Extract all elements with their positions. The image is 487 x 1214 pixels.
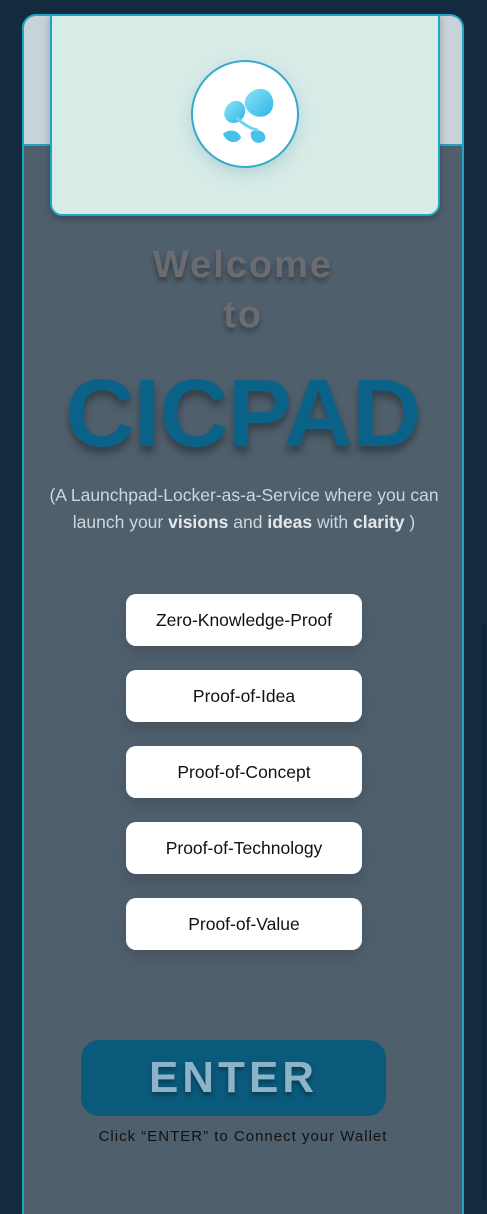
feature-proof-of-idea-button[interactable]: Proof-of-Idea — [126, 670, 362, 722]
feature-proof-of-value-button[interactable]: Proof-of-Value — [126, 898, 362, 950]
logo-graphic — [223, 88, 274, 143]
tagline-text-close: ) — [404, 512, 416, 532]
tagline-text-and: and — [228, 512, 268, 532]
feature-zero-knowledge-proof-button[interactable]: Zero-Knowledge-Proof — [126, 594, 362, 646]
cicpad-logo-icon — [191, 60, 299, 168]
feature-proof-of-technology-button[interactable]: Proof-of-Technology — [126, 822, 362, 874]
tagline-ideas: ideas — [267, 512, 313, 532]
feature-list: Zero-Knowledge-Proof Proof-of-Idea Proof… — [124, 594, 364, 970]
tagline-visions: visions — [168, 512, 229, 532]
logo-card — [50, 16, 440, 216]
enter-button[interactable]: ENTER — [81, 1040, 386, 1116]
feature-proof-of-concept-button[interactable]: Proof-of-Concept — [126, 746, 362, 798]
welcome-heading: Welcome — [152, 244, 334, 286]
app-frame: Welcome to CICPAD (A Launchpad-Locker-as… — [22, 14, 464, 1214]
welcome-to-heading: to — [223, 294, 263, 336]
tagline: (A Launchpad-Locker-as-a-Service where y… — [44, 482, 444, 536]
tagline-clarity: clarity — [352, 512, 405, 532]
tagline-text-with: with — [312, 512, 353, 532]
connect-wallet-hint: Click “ENTER” to Connect your Wallet — [98, 1128, 388, 1145]
page-scrollbar[interactable] — [482, 624, 486, 1200]
brand-title: CICPAD — [65, 360, 422, 467]
